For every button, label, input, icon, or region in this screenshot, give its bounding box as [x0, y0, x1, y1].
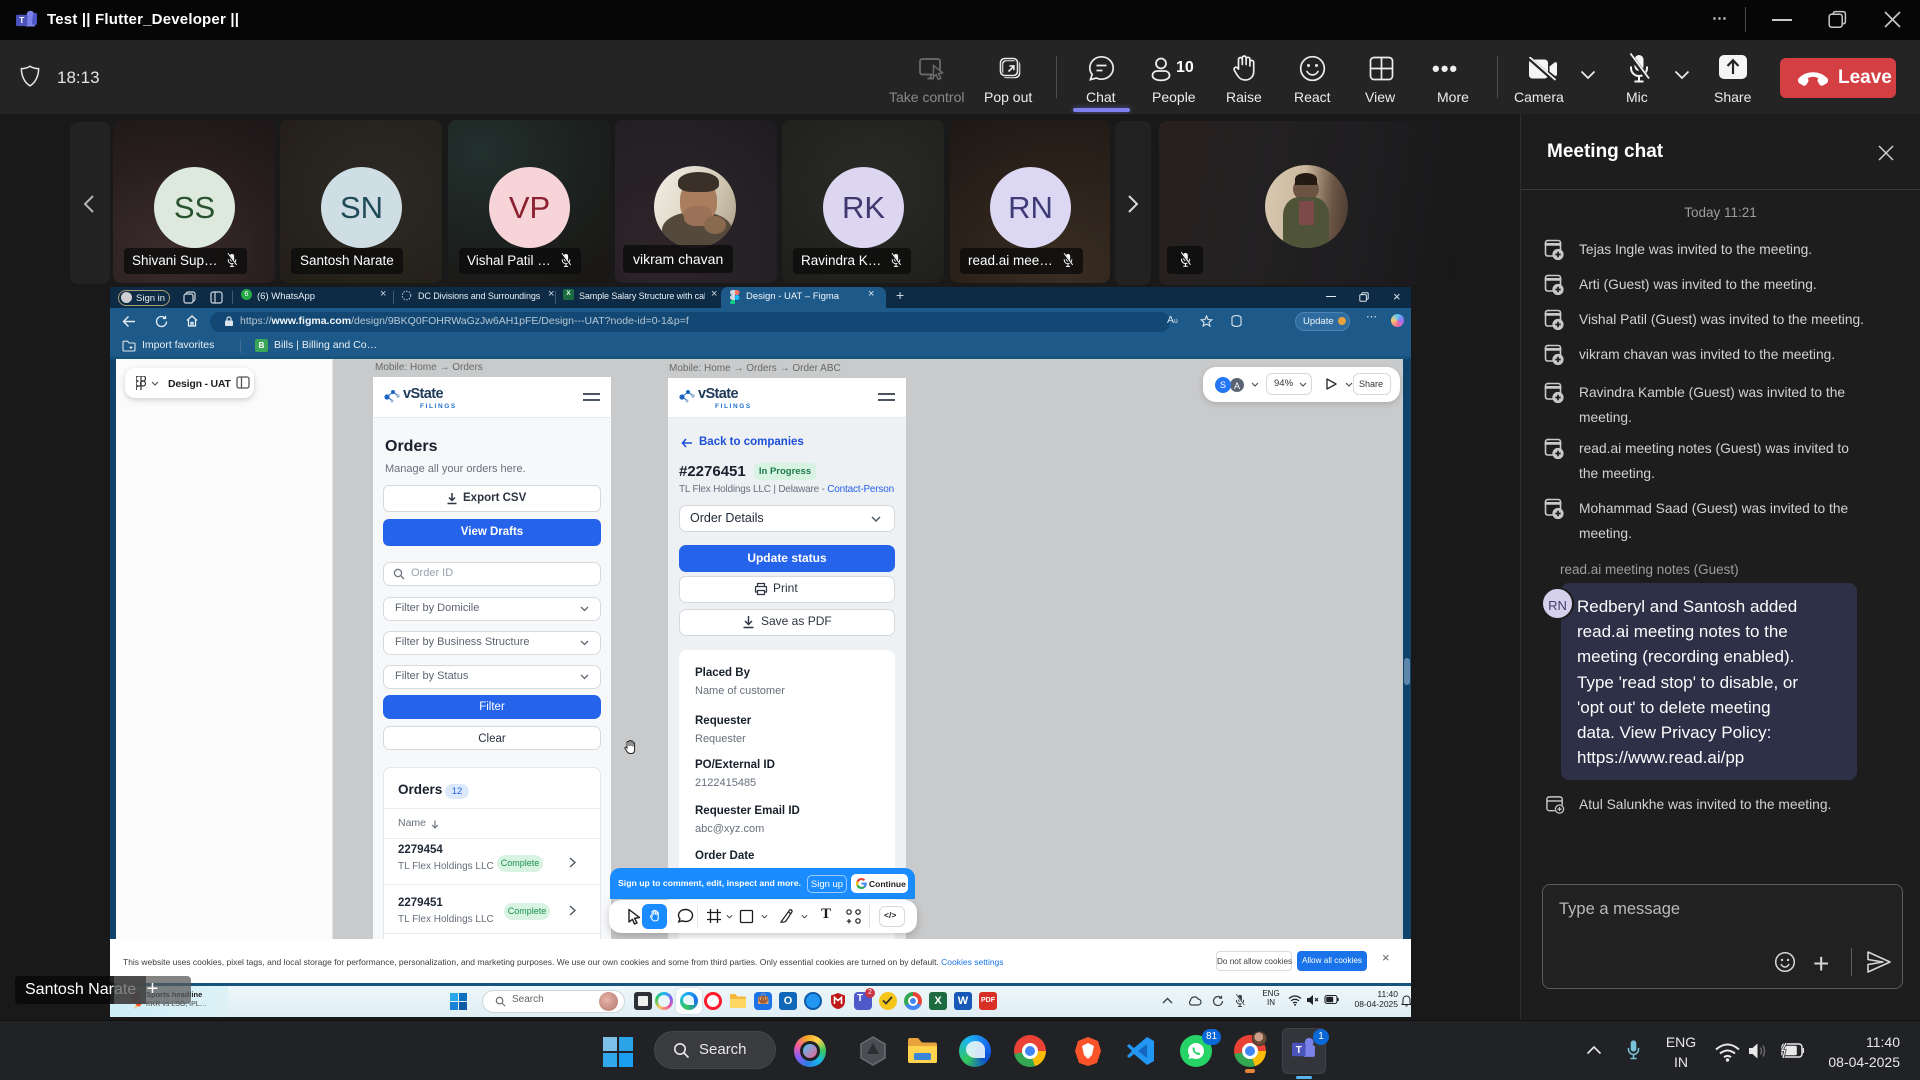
svg-text:T: T [1296, 1045, 1302, 1056]
svg-text:T: T [19, 16, 24, 25]
